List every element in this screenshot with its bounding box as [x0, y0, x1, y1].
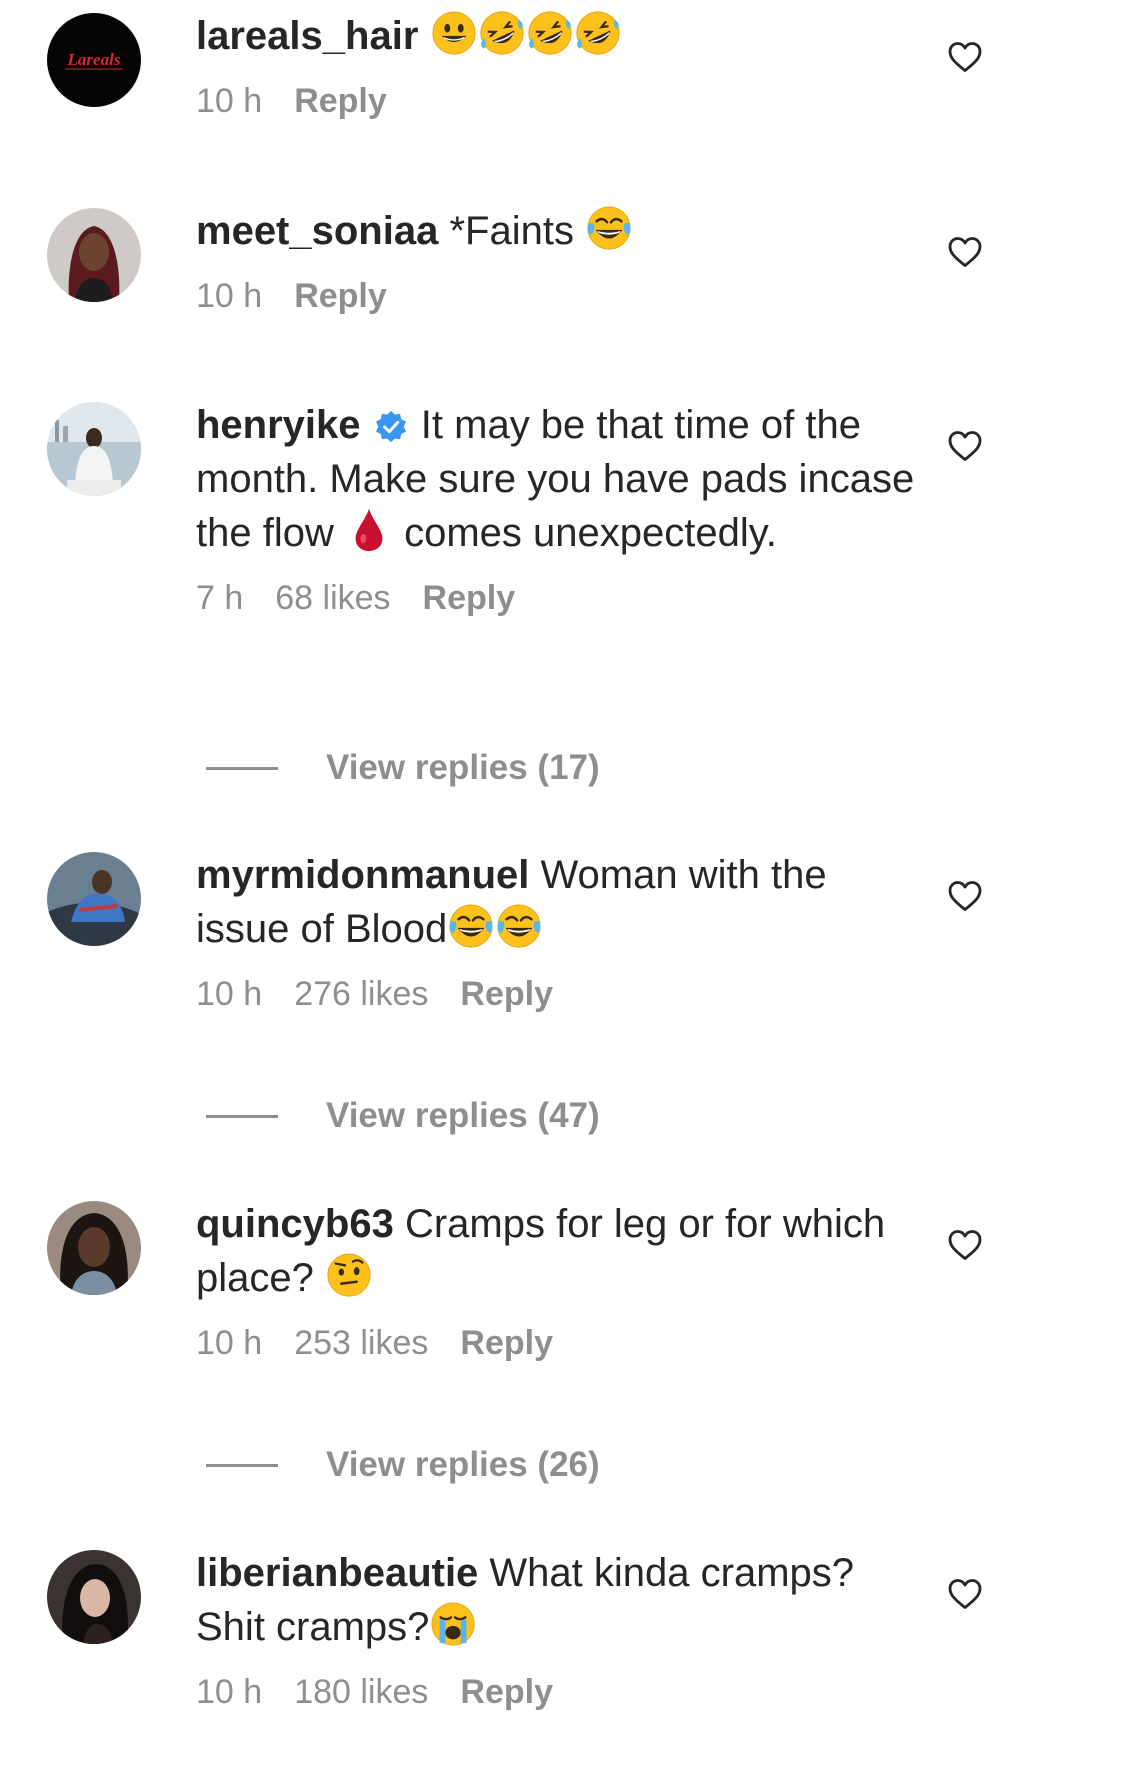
comment-text: quincyb63 Cramps for leg or for which pl…: [196, 1197, 916, 1305]
reply-button[interactable]: Reply: [294, 82, 387, 120]
timestamp: 10 h: [196, 1324, 263, 1362]
comment-meta: 10 h 276 likes Reply: [196, 972, 916, 1016]
divider: [206, 767, 278, 770]
divider: [206, 1115, 278, 1118]
logo-text: Lareals: [67, 50, 121, 69]
tears-of-joy-emoji: [448, 903, 494, 949]
username[interactable]: lareals_hair: [196, 14, 418, 58]
tears-of-joy-emoji: [496, 903, 542, 949]
drop-of-blood-emoji: [346, 507, 392, 553]
tears-of-joy-emoji: [586, 205, 632, 251]
reply-button[interactable]: Reply: [460, 1324, 553, 1362]
heart-outline-icon[interactable]: [947, 428, 983, 464]
rolling-on-floor-laughing-emoji: [479, 10, 525, 56]
view-replies-label[interactable]: View replies (47): [326, 1091, 600, 1141]
reply-button[interactable]: Reply: [294, 277, 387, 315]
comment-meta: 10 h Reply: [196, 274, 916, 318]
likes-count[interactable]: 68 likes: [275, 579, 390, 617]
reply-button[interactable]: Reply: [423, 579, 516, 617]
comment-text: myrmidonmanuel Woman with the issue of B…: [196, 848, 916, 956]
reply-button[interactable]: Reply: [460, 1673, 553, 1711]
divider: [206, 1464, 278, 1467]
verified-badge-icon: [374, 410, 408, 444]
comment-meta: 10 h 253 likes Reply: [196, 1321, 916, 1365]
avatar[interactable]: [47, 1201, 141, 1295]
heart-outline-icon[interactable]: [947, 39, 983, 75]
rolling-on-floor-laughing-emoji: [527, 10, 573, 56]
avatar[interactable]: [47, 1550, 141, 1644]
avatar[interactable]: [47, 402, 141, 496]
heart-outline-icon[interactable]: [947, 234, 983, 270]
timestamp: 10 h: [196, 975, 263, 1013]
comment-text: meet_soniaa *Faints: [196, 204, 916, 258]
likes-count[interactable]: 276 likes: [294, 975, 428, 1013]
reply-button[interactable]: Reply: [460, 975, 553, 1013]
timestamp: 10 h: [196, 1673, 263, 1711]
timestamp: 10 h: [196, 82, 263, 120]
comment-body-continued: comes unexpectedly.: [392, 511, 777, 555]
likes-count[interactable]: 253 likes: [294, 1324, 428, 1362]
heart-outline-icon[interactable]: [947, 1576, 983, 1612]
likes-count[interactable]: 180 likes: [294, 1673, 428, 1711]
avatar[interactable]: Lareals: [47, 13, 141, 107]
username[interactable]: quincyb63: [196, 1202, 394, 1246]
timestamp: 10 h: [196, 277, 263, 315]
username[interactable]: myrmidonmanuel: [196, 853, 529, 897]
comment-text: lareals_hair: [196, 9, 916, 63]
loudly-crying-emoji: [430, 1601, 476, 1647]
comment-meta: 7 h 68 likes Reply: [196, 576, 916, 620]
rolling-on-floor-laughing-emoji: [575, 10, 621, 56]
heart-outline-icon[interactable]: [947, 878, 983, 914]
comment-meta: 10 h 180 likes Reply: [196, 1670, 916, 1714]
username[interactable]: liberianbeautie: [196, 1551, 478, 1595]
avatar[interactable]: [47, 208, 141, 302]
username[interactable]: henryike: [196, 403, 361, 447]
grinning-face-emoji: [431, 10, 477, 56]
comment-meta: 10 h Reply: [196, 79, 916, 123]
timestamp: 7 h: [196, 579, 244, 617]
view-replies-label[interactable]: View replies (26): [326, 1440, 600, 1490]
comment-text: henryike It may be that time of the mont…: [196, 398, 916, 560]
heart-outline-icon[interactable]: [947, 1227, 983, 1263]
comment-body: *Faints: [438, 209, 586, 253]
raised-eyebrow-emoji: [326, 1252, 372, 1298]
comments-list: Lareals lareals_hair 10 h Reply meet_son…: [0, 0, 1125, 1792]
avatar[interactable]: [47, 852, 141, 946]
comment-text: liberianbeautie What kinda cramps? Shit …: [196, 1546, 916, 1654]
username[interactable]: meet_soniaa: [196, 209, 438, 253]
view-replies-label[interactable]: View replies (17): [326, 743, 600, 793]
